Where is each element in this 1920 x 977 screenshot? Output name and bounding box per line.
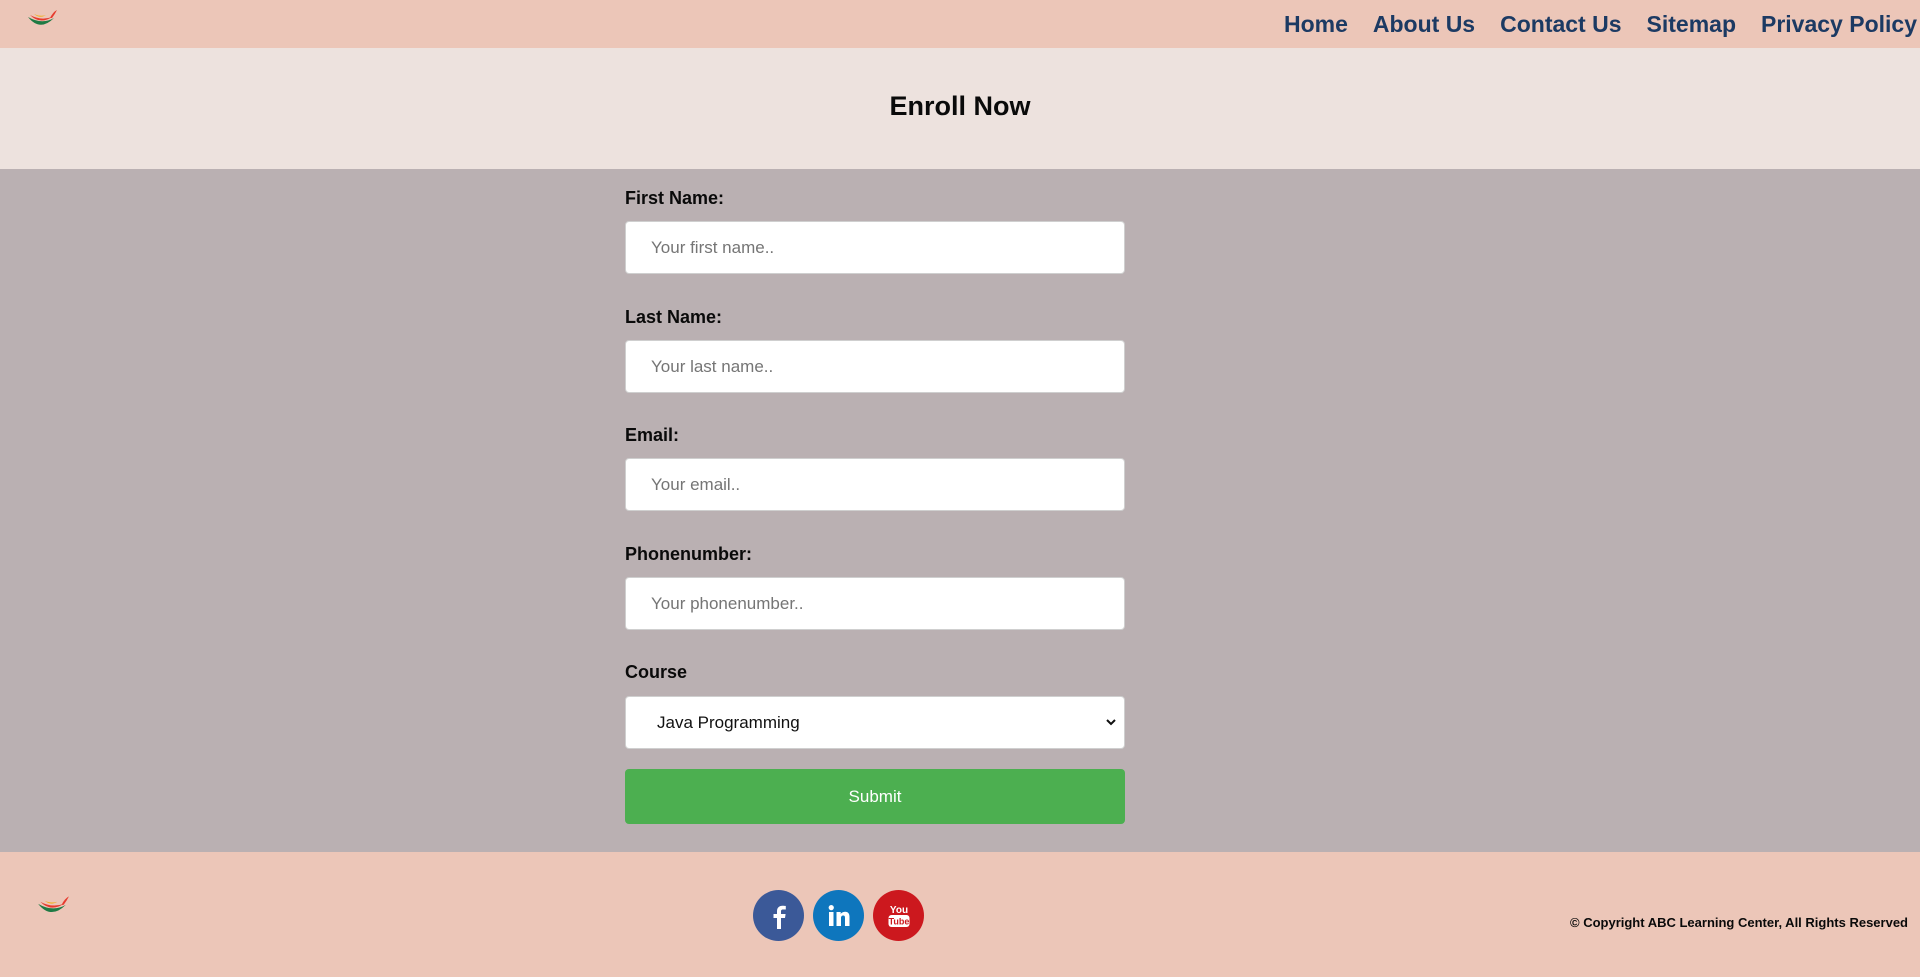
- first-name-input[interactable]: [625, 221, 1125, 274]
- copyright-text: © Copyright ABC Learning Center, All Rig…: [1570, 915, 1908, 930]
- footer-logo-icon: [38, 896, 69, 913]
- email-input[interactable]: [625, 458, 1125, 511]
- facebook-icon: [773, 905, 786, 929]
- course-label: Course: [625, 662, 688, 682]
- brand-logo-icon[interactable]: [26, 8, 58, 32]
- page-title: Enroll Now: [889, 91, 1031, 121]
- youtube-button[interactable]: You Tube: [873, 890, 924, 941]
- footer: You Tube © Copyright ABC Learning Center…: [0, 852, 1920, 977]
- main-nav: Home About Us Contact Us Sitemap Privacy…: [1284, 0, 1920, 48]
- submit-button[interactable]: Submit: [625, 769, 1125, 824]
- linkedin-button[interactable]: [813, 890, 864, 941]
- email-label: Email:: [625, 425, 680, 445]
- chevron-down-icon: [1106, 719, 1116, 726]
- hero-banner: Enroll Now: [0, 48, 1920, 169]
- nav-contact-us-link[interactable]: Contact Us: [1500, 11, 1621, 38]
- phone-label: Phonenumber:: [625, 544, 753, 564]
- linkedin-icon: [828, 904, 849, 926]
- last-name-label: Last Name:: [625, 307, 723, 327]
- phone-input[interactable]: [625, 577, 1125, 630]
- course-select[interactable]: Java Programming: [625, 696, 1125, 749]
- course-selected-value: Java Programming: [657, 713, 800, 732]
- facebook-button[interactable]: [753, 890, 804, 941]
- nav-home-link[interactable]: Home: [1284, 11, 1348, 38]
- nav-about-us-link[interactable]: About Us: [1373, 11, 1475, 38]
- top-navbar: Home About Us Contact Us Sitemap Privacy…: [0, 0, 1920, 48]
- first-name-label: First Name:: [625, 188, 725, 208]
- last-name-input[interactable]: [625, 340, 1125, 393]
- youtube-icon: You Tube: [888, 905, 909, 927]
- nav-sitemap-link[interactable]: Sitemap: [1647, 11, 1736, 38]
- svg-text:You: You: [889, 905, 907, 916]
- svg-text:Tube: Tube: [888, 916, 909, 926]
- nav-privacy-policy-link[interactable]: Privacy Policy: [1761, 11, 1917, 38]
